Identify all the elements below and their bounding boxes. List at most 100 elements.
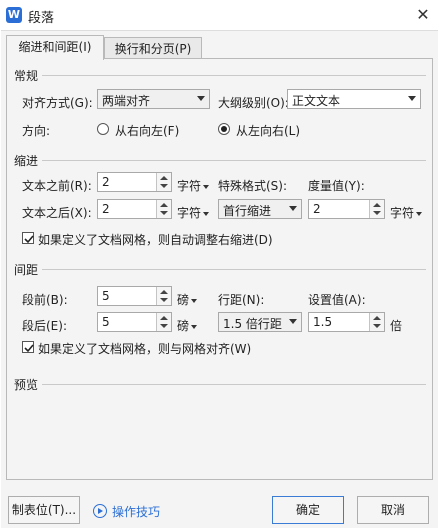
chevron-down-icon (416, 211, 423, 216)
section-preview-label: 预览 (14, 378, 39, 392)
space-before-stepper[interactable]: 5 (97, 286, 172, 306)
arrow-up-icon[interactable] (160, 176, 168, 180)
arrow-down-icon[interactable] (160, 211, 168, 215)
unit-text: 字符 (177, 179, 202, 193)
chevron-down-icon (203, 184, 210, 189)
unit-text: 字符 (177, 206, 202, 220)
space-after-stepper[interactable]: 5 (97, 312, 172, 332)
outline-level-value: 正文文本 (292, 94, 341, 108)
arrow-down-icon[interactable] (160, 184, 168, 188)
alignment-select[interactable]: 两端对齐 (97, 89, 210, 109)
cancel-label: 取消 (380, 503, 405, 517)
snap-grid-checkbox[interactable] (22, 341, 34, 353)
section-divider (42, 160, 426, 161)
tab-stops-button[interactable]: 制表位(T)... (8, 496, 80, 524)
unit-text: 字符 (390, 206, 415, 220)
arrow-up-icon[interactable] (373, 203, 381, 207)
line-spacing-value: 1.5 倍行距 (223, 317, 282, 331)
arrow-up-icon[interactable] (160, 290, 168, 294)
section-divider (42, 269, 426, 270)
section-divider (42, 75, 426, 76)
indent-after-label: 文本之后(X): (22, 206, 92, 220)
chevron-down-icon (408, 96, 416, 101)
indent-after-unit[interactable]: 字符 (177, 204, 210, 221)
measure-unit[interactable]: 字符 (390, 204, 423, 221)
indent-before-value: 2 (102, 175, 110, 189)
rtl-label[interactable]: 从右向左(F) (115, 122, 179, 139)
chevron-down-icon (289, 206, 297, 211)
arrow-down-icon[interactable] (160, 324, 168, 328)
section-divider (42, 384, 426, 385)
indent-before-unit[interactable]: 字符 (177, 177, 210, 194)
setting-value: 1.5 (313, 315, 333, 329)
close-icon[interactable]: ✕ (412, 4, 434, 26)
alignment-value: 两端对齐 (102, 94, 151, 108)
outline-level-select[interactable]: 正文文本 (287, 89, 421, 109)
chevron-down-icon (289, 319, 297, 324)
measure-stepper[interactable]: 2 (308, 199, 385, 219)
measure-value: 2 (313, 202, 321, 216)
checkmark-icon (24, 344, 34, 353)
ltr-label[interactable]: 从左向右(L) (236, 122, 300, 139)
tab-line-page-breaks-label: 换行和分页(P) (114, 42, 192, 56)
tips-link[interactable]: 操作技巧 (112, 503, 160, 520)
space-after-unit[interactable]: 磅 (177, 317, 198, 334)
checkmark-icon (24, 235, 34, 244)
spin-buttons[interactable] (369, 200, 384, 218)
arrow-up-icon[interactable] (160, 316, 168, 320)
direction-label: 方向: (22, 124, 51, 138)
space-after-label: 段后(E): (22, 319, 67, 333)
unit-text: 磅 (177, 293, 190, 307)
space-after-value: 5 (102, 315, 110, 329)
space-before-unit[interactable]: 磅 (177, 291, 198, 308)
arrow-down-icon[interactable] (160, 298, 168, 302)
tab-indent-spacing[interactable]: 缩进和间距(I) (6, 35, 104, 60)
special-format-label: 特殊格式(S): (218, 179, 288, 193)
auto-indent-label[interactable]: 如果定义了文档网格，则自动调整右缩进(D) (38, 231, 273, 248)
alignment-label: 对齐方式(G): (22, 96, 93, 110)
setting-value-stepper[interactable]: 1.5 (308, 312, 385, 332)
chevron-down-icon (191, 324, 198, 329)
unit-text: 磅 (177, 319, 190, 333)
title-bar: W 段落 ✕ (0, 0, 439, 30)
tab-indent-spacing-label: 缩进和间距(I) (18, 40, 92, 54)
setting-unit: 倍 (390, 319, 403, 333)
indent-before-stepper[interactable]: 2 (97, 172, 172, 192)
indent-before-label: 文本之前(R): (22, 179, 92, 193)
special-format-select[interactable]: 首行缩进 (218, 199, 302, 219)
window-title: 段落 (28, 11, 55, 26)
space-before-label: 段前(B): (22, 293, 68, 307)
wps-writer-icon: W (6, 7, 22, 23)
section-indent-label: 缩进 (14, 154, 39, 168)
spin-buttons[interactable] (156, 313, 171, 331)
tab-stops-label: 制表位(T)... (11, 503, 77, 517)
play-circle-icon[interactable] (93, 504, 107, 518)
spin-buttons[interactable] (156, 173, 171, 191)
ltr-radio[interactable] (218, 123, 230, 135)
arrow-down-icon[interactable] (373, 211, 381, 215)
spin-buttons[interactable] (156, 287, 171, 305)
cancel-button[interactable]: 取消 (357, 496, 429, 524)
auto-indent-checkbox[interactable] (22, 232, 34, 244)
chevron-down-icon (191, 298, 198, 303)
arrow-down-icon[interactable] (373, 324, 381, 328)
tab-line-page-breaks[interactable]: 换行和分页(P) (104, 37, 202, 60)
ok-label: 确定 (295, 503, 320, 517)
line-spacing-select[interactable]: 1.5 倍行距 (218, 312, 302, 332)
spin-buttons[interactable] (369, 313, 384, 331)
arrow-up-icon[interactable] (373, 316, 381, 320)
arrow-up-icon[interactable] (160, 203, 168, 207)
spin-buttons[interactable] (156, 200, 171, 218)
chevron-down-icon (197, 96, 205, 101)
rtl-radio[interactable] (97, 123, 109, 135)
section-spacing-label: 间距 (14, 263, 39, 277)
indent-after-value: 2 (102, 202, 110, 216)
special-format-value: 首行缩进 (223, 204, 272, 218)
chevron-down-icon (203, 211, 210, 216)
line-spacing-label: 行距(N): (218, 293, 265, 307)
measure-label: 度量值(Y): (308, 179, 365, 193)
ok-button[interactable]: 确定 (272, 496, 344, 524)
indent-after-stepper[interactable]: 2 (97, 199, 172, 219)
snap-grid-label[interactable]: 如果定义了文档网格，则与网格对齐(W) (38, 340, 251, 357)
setting-value-label: 设置值(A): (308, 293, 366, 307)
